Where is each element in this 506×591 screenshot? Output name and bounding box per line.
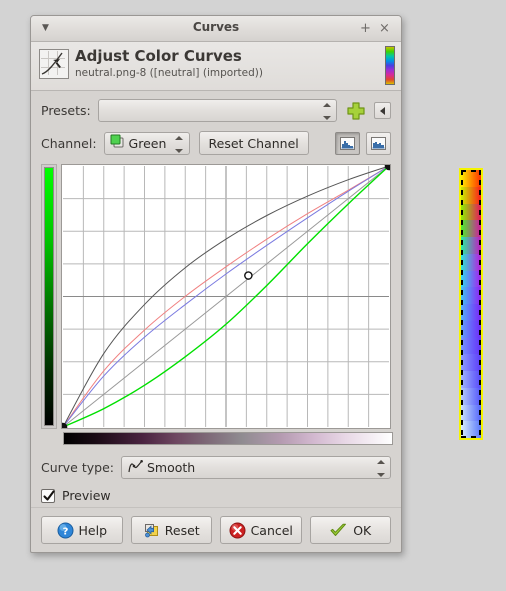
canvas-cell — [461, 237, 481, 254]
curves-dialog: ▼ Curves + × Adjust Color Curves neutral… — [30, 15, 402, 553]
presets-row: Presets: — [41, 99, 391, 122]
ok-button[interactable]: OK — [309, 516, 391, 544]
channel-green-icon — [110, 134, 125, 152]
channel-label: Channel: — [41, 135, 97, 151]
add-preset-button[interactable] — [345, 100, 367, 122]
canvas-cell — [461, 387, 481, 405]
canvas-cell — [461, 421, 481, 438]
canvas-cell — [461, 354, 481, 371]
canvas-cell — [461, 186, 481, 204]
ok-icon — [330, 523, 347, 536]
canvas-cell — [461, 270, 481, 288]
presets-combo[interactable] — [97, 99, 337, 122]
help-icon: ? — [57, 522, 73, 538]
canvas-cell — [461, 170, 481, 187]
preview-row[interactable]: Preview — [41, 488, 391, 503]
image-name-label: neutral.png-8 ([neutral] (imported)) — [75, 67, 263, 79]
reset-button[interactable]: Reset — [130, 516, 212, 544]
channel-row: Channel: Green Reset Channel — [41, 131, 391, 155]
curve-type-spinner[interactable] — [376, 460, 385, 477]
reset-button-label: Reset — [164, 522, 200, 538]
window-title: Curves — [192, 20, 240, 34]
canvas-cell — [461, 287, 481, 304]
preview-label: Preview — [62, 488, 111, 503]
channel-value: Green — [128, 135, 167, 151]
canvas-cell — [461, 304, 481, 321]
canvas-cell — [461, 404, 481, 422]
histogram-logarithmic-icon[interactable] — [366, 131, 391, 155]
page-title: Adjust Color Curves — [75, 47, 242, 65]
presets-spinner[interactable] — [322, 103, 331, 120]
svg-text:?: ? — [62, 526, 68, 537]
ok-button-label: OK — [353, 522, 372, 538]
title-bar: ▼ Curves + × — [31, 16, 401, 42]
curve-smooth-icon — [127, 459, 144, 477]
canvas-cell — [461, 203, 481, 221]
cancel-button[interactable]: Cancel — [220, 516, 302, 544]
dialog-header: Adjust Color Curves neutral.png-8 ([neut… — [31, 42, 401, 91]
channel-spinner[interactable] — [175, 135, 184, 153]
curve-editor — [41, 164, 391, 429]
presets-label: Presets: — [41, 103, 91, 118]
histogram-linear-icon[interactable] — [335, 131, 360, 155]
curves-tool-icon — [39, 49, 69, 79]
close-button[interactable]: × — [376, 20, 393, 37]
help-button[interactable]: ? Help — [41, 516, 123, 544]
canvas-cell — [461, 320, 481, 338]
dialog-body: Presets: Channel: Green Reset Channel Cu… — [31, 91, 401, 503]
screen: ▼ Curves + × Adjust Color Curves neutral… — [0, 0, 506, 591]
curve-type-label: Curve type: — [41, 460, 114, 475]
canvas-cell — [461, 220, 481, 237]
curve-type-value: Smooth — [147, 460, 196, 475]
histogram-mode-group — [329, 131, 391, 155]
canvas-cell — [461, 371, 481, 388]
preset-menu-button[interactable] — [374, 102, 391, 119]
image-thumbnail — [385, 46, 395, 85]
input-gradient-bar — [63, 432, 393, 445]
curve-plot[interactable] — [61, 164, 391, 429]
canvas-cell — [461, 253, 481, 271]
reset-icon — [144, 523, 158, 537]
curve-type-combo[interactable]: Smooth — [121, 456, 391, 479]
maximize-button[interactable]: + — [357, 20, 374, 37]
output-gradient-bar — [41, 164, 57, 429]
cancel-button-label: Cancel — [250, 522, 293, 538]
cancel-icon — [229, 522, 246, 538]
canvas-cell — [461, 337, 481, 355]
help-button-label: Help — [78, 522, 108, 538]
preview-checkbox[interactable] — [41, 488, 55, 503]
dialog-footer: ? Help Reset Cancel OK — [31, 507, 401, 552]
curve-type-row: Curve type: Smooth — [41, 456, 391, 479]
channel-combo[interactable]: Green — [103, 131, 190, 155]
image-canvas-selection[interactable] — [459, 168, 483, 440]
reset-channel-button[interactable]: Reset Channel — [198, 131, 309, 155]
